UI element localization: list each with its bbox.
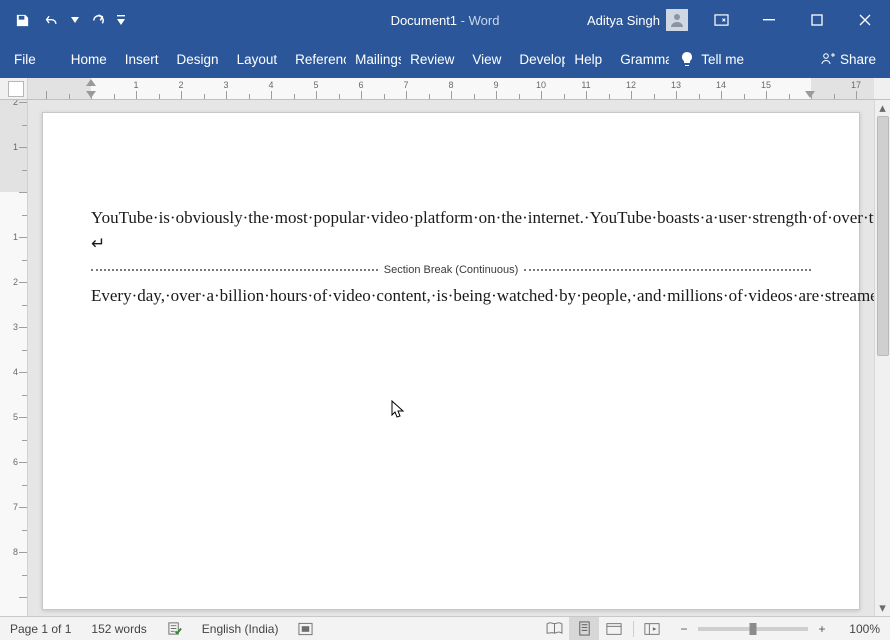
web-layout-button[interactable] xyxy=(599,617,629,640)
proofing-icon xyxy=(167,621,182,636)
minimize-button[interactable] xyxy=(746,0,792,40)
read-mode-button[interactable] xyxy=(539,617,569,640)
tab-references[interactable]: References xyxy=(286,40,346,78)
horizontal-ruler-row: 12345678910111213141517 xyxy=(0,78,890,100)
page-number-status[interactable]: Page 1 of 1 xyxy=(0,617,81,640)
tab-review[interactable]: Review xyxy=(401,40,463,78)
share-icon xyxy=(820,51,836,67)
tab-insert[interactable]: Insert xyxy=(116,40,168,78)
document-name: Document1 xyxy=(391,13,457,28)
section-break-label: Section Break (Continuous) xyxy=(378,262,525,279)
window-title: Document1 - Word xyxy=(391,13,500,28)
tab-mailings[interactable]: Mailings xyxy=(346,40,401,78)
zoom-out-button[interactable]: − xyxy=(676,621,692,637)
spelling-status[interactable] xyxy=(157,617,192,640)
word-count-status[interactable]: 152 words xyxy=(81,617,156,640)
tab-grammarly[interactable]: Grammarly xyxy=(611,40,669,78)
status-bar: Page 1 of 1 152 words English (India) − … xyxy=(0,616,890,640)
qat-customize-dropdown[interactable] xyxy=(114,6,128,34)
first-line-indent-marker[interactable] xyxy=(86,79,96,86)
save-button[interactable] xyxy=(8,6,36,34)
close-button[interactable] xyxy=(842,0,888,40)
scroll-up-button[interactable]: ▴ xyxy=(875,100,890,116)
tab-file[interactable]: File xyxy=(0,40,50,78)
document-page[interactable]: YouTube·is·obviously·the·most·popular·vi… xyxy=(42,112,860,610)
zoom-slider-thumb[interactable] xyxy=(750,623,757,635)
share-label: Share xyxy=(840,52,876,67)
document-workspace: 2112345678 YouTube·is·obviously·the·most… xyxy=(0,100,890,616)
tab-developer[interactable]: Developer xyxy=(510,40,565,78)
account-name: Aditya Singh xyxy=(587,13,660,28)
vertical-scrollbar[interactable]: ▴ ▾ xyxy=(874,100,890,616)
zoom-percentage[interactable]: 100% xyxy=(836,622,880,636)
language-status[interactable]: English (India) xyxy=(192,617,289,640)
quick-access-toolbar xyxy=(0,6,128,34)
mouse-cursor-icon xyxy=(391,400,405,420)
tab-design[interactable]: Design xyxy=(168,40,228,78)
view-buttons xyxy=(539,617,629,640)
ribbon-display-options-button[interactable] xyxy=(698,0,744,40)
horizontal-ruler[interactable]: 12345678910111213141517 xyxy=(28,78,874,99)
tab-home[interactable]: Home xyxy=(62,40,116,78)
paragraph-2[interactable]: Every·day,·over·a·billion·hours·of·video… xyxy=(91,283,811,309)
print-layout-button[interactable] xyxy=(569,617,599,640)
tell-me-label: Tell me xyxy=(701,52,744,67)
ribbon-tabs: File Home Insert Design Layout Reference… xyxy=(0,40,890,78)
zoom-in-button[interactable]: + xyxy=(814,621,830,637)
macro-icon xyxy=(298,622,313,636)
right-indent-marker[interactable] xyxy=(805,91,815,98)
undo-dropdown[interactable] xyxy=(68,6,82,34)
vertical-ruler[interactable]: 2112345678 xyxy=(0,100,28,616)
maximize-button[interactable] xyxy=(794,0,840,40)
zoom-slider[interactable] xyxy=(698,627,808,631)
hanging-indent-marker[interactable] xyxy=(86,91,96,98)
paragraph-1[interactable]: YouTube·is·obviously·the·most·popular·vi… xyxy=(91,205,811,258)
share-button[interactable]: Share xyxy=(806,40,890,78)
scroll-thumb[interactable] xyxy=(877,116,889,356)
focus-mode-button[interactable] xyxy=(638,617,666,640)
tab-view[interactable]: View xyxy=(463,40,510,78)
scroll-down-button[interactable]: ▾ xyxy=(875,600,890,616)
lightbulb-icon xyxy=(679,51,695,67)
section-break-indicator: Section Break (Continuous) xyxy=(91,262,811,279)
app-name-suffix: - Word xyxy=(457,13,499,28)
redo-button[interactable] xyxy=(84,6,112,34)
undo-button[interactable] xyxy=(38,6,66,34)
macro-recording-status[interactable] xyxy=(288,617,323,640)
avatar-icon xyxy=(666,9,688,31)
tab-layout[interactable]: Layout xyxy=(228,40,287,78)
scroll-track[interactable] xyxy=(875,116,890,600)
title-bar: Document1 - Word Aditya Singh xyxy=(0,0,890,40)
zoom-control: − + 100% xyxy=(666,621,890,637)
tab-selector[interactable] xyxy=(0,78,28,99)
page-scroll-area[interactable]: YouTube·is·obviously·the·most·popular·vi… xyxy=(28,100,874,616)
tab-help[interactable]: Help xyxy=(565,40,611,78)
tell-me-search[interactable]: Tell me xyxy=(669,40,754,78)
account-button[interactable]: Aditya Singh xyxy=(579,0,696,40)
